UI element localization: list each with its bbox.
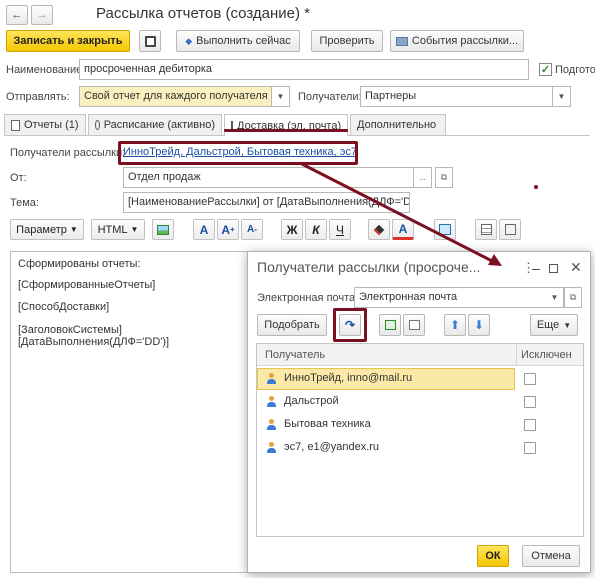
annotation-arrow <box>299 161 502 266</box>
